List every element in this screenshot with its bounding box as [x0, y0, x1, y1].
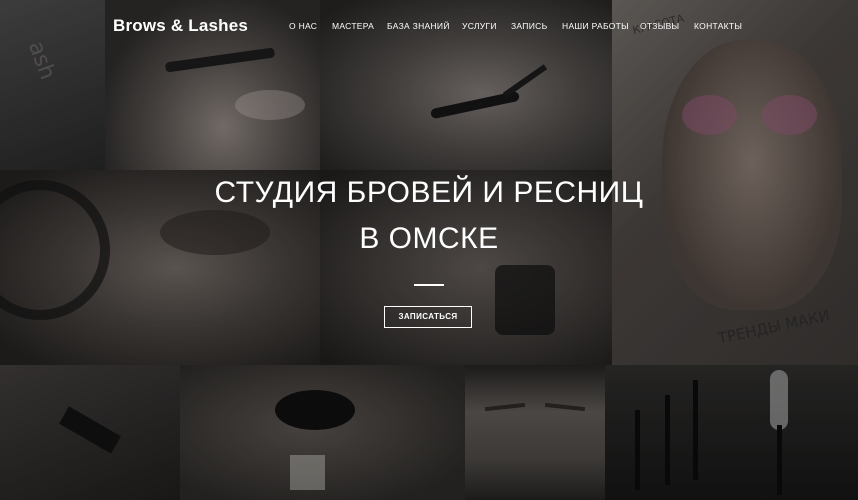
nav-booking[interactable]: ЗАПИСЬ — [511, 21, 547, 31]
hero-title-line-1: СТУДИЯ БРОВЕЙ И РЕСНИЦ — [214, 176, 644, 209]
site-header: Brows & Lashes О НАС МАСТЕРА БАЗА ЗНАНИЙ… — [0, 0, 858, 54]
nav-contacts[interactable]: КОНТАКТЫ — [694, 21, 742, 31]
nav-services[interactable]: УСЛУГИ — [462, 21, 497, 31]
hero-section: ash ТРЕНДЫ МАКИ КРАСОТА Brows & Lashes О… — [0, 0, 858, 500]
nav-about[interactable]: О НАС — [289, 21, 317, 31]
nav-knowledge-base[interactable]: БАЗА ЗНАНИЙ — [387, 21, 450, 31]
book-button[interactable]: ЗАПИСАТЬСЯ — [384, 306, 472, 328]
nav-reviews[interactable]: ОТЗЫВЫ — [640, 21, 679, 31]
hero-divider — [414, 284, 444, 286]
nav-masters[interactable]: МАСТЕРА — [332, 21, 374, 31]
hero-title-line-2: В ОМСКЕ — [359, 222, 499, 255]
nav-our-works[interactable]: НАШИ РАБОТЫ — [562, 21, 629, 31]
site-logo[interactable]: Brows & Lashes — [113, 16, 248, 36]
